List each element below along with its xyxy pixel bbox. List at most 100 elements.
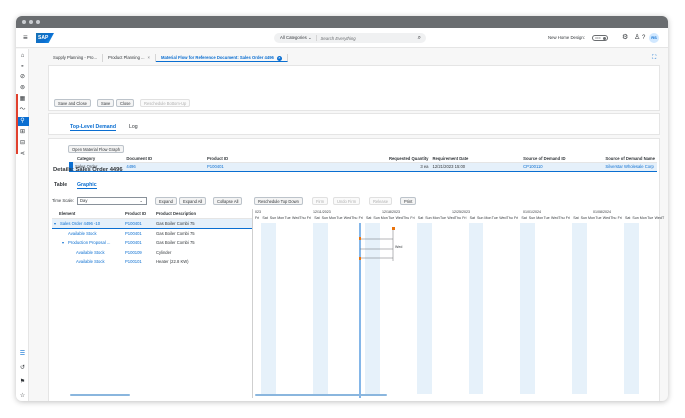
col-requested-quantity: Requested Quantity [341, 155, 431, 163]
demand-table: Category Document ID Product ID Requeste… [68, 155, 657, 172]
nav-group-indicator [16, 94, 18, 154]
help-icon[interactable]: ? [642, 34, 645, 42]
details-title: Details: Sales Order 4496 [53, 167, 123, 173]
chart-icon[interactable]: 〜 [19, 107, 26, 113]
tree-row[interactable]: Available Stock P100101 Heater (22.8 KW) [52, 257, 252, 267]
tree-rows: ▾ Sales Order 4496 -10 P100401 Gas Boiler C… [52, 219, 252, 267]
tab-log[interactable]: Log [129, 123, 138, 131]
reschedule-top-down-button[interactable]: Reschedule Top Down [254, 197, 303, 205]
tree-description: Heater (22.8 KW) [156, 259, 189, 264]
col-category: Category [71, 155, 125, 163]
nav-icon-e[interactable]: ⊟ [19, 140, 26, 146]
tree-header: Element Product ID Product Description [52, 209, 252, 219]
cell-product-id[interactable]: P100401 [205, 162, 341, 171]
tab-product-planning[interactable]: Product Planning ... × [103, 53, 156, 62]
quantity-value: 3 [420, 164, 423, 169]
window-close-dot[interactable] [22, 20, 26, 24]
table-row[interactable]: Sales Order 4496 P100401 3 ea 12/21/2023… [68, 162, 657, 171]
tree-product-id[interactable]: P100401 [125, 238, 142, 248]
release-button[interactable]: Release [369, 197, 393, 205]
favorites-icon[interactable]: ☆ [19, 393, 26, 399]
calendar-icon[interactable]: ▦ [19, 96, 26, 102]
tab-top-level-demand[interactable]: Top-Level Demand [70, 123, 117, 131]
close-icon[interactable]: × [276, 55, 282, 61]
cell-source-name[interactable]: Silverstar Wholesale Corp [603, 162, 657, 171]
open-material-flow-graph-button[interactable]: Open Material Flow Graph [68, 145, 125, 153]
expand-all-button[interactable]: Expand All [179, 197, 207, 205]
expand-button[interactable]: Expand [155, 197, 177, 205]
close-icon[interactable]: × [148, 55, 150, 60]
tab-graphic[interactable]: Graphic [77, 181, 97, 189]
flag-icon[interactable]: ⚑ [19, 379, 26, 385]
print-button[interactable]: Print [400, 197, 417, 205]
tree-row[interactable]: ▾ Production Proposal ... P100401 Gas Boile… [52, 238, 252, 248]
tree-element-link[interactable]: Available Stock [76, 257, 105, 267]
side-navigation: ⌂ ⁍ ⊘ ⊚ ▦ 〜 ⚲ ⊞ ⊟ ⋖ ☰ ↺ ⚑ ☆ ◈ [16, 49, 29, 401]
sap-logo[interactable]: SAP [36, 33, 54, 43]
tree-product-id[interactable]: P100101 [125, 257, 142, 267]
col-document-id: Document ID [124, 155, 205, 163]
tree-element-link[interactable]: Sales Order 4496 -10 [60, 219, 100, 229]
tree-product-id[interactable]: P100401 [125, 219, 142, 229]
tree-product-id[interactable]: P100401 [125, 229, 142, 239]
chevron-down-icon[interactable]: ▾ [54, 219, 56, 229]
tree-element-link[interactable]: Available Stock [76, 248, 105, 258]
bar-label: Wed [395, 245, 403, 249]
tab-label: Supply Planning - Pro... [53, 54, 97, 60]
share-icon[interactable]: ⋖ [19, 151, 26, 157]
gantt-scrollbar[interactable] [255, 394, 387, 396]
new-home-design-toggle[interactable]: OFF [592, 35, 608, 41]
tree-row[interactable]: ▾ Sales Order 4496 -10 P100401 Gas Boiler C… [52, 219, 252, 229]
gantt-lines [359, 223, 395, 398]
app-tab-strip: Supply Planning - Pro... Product Plannin… [48, 53, 668, 62]
list-icon[interactable]: ☰ [19, 351, 26, 357]
tree-product-id[interactable]: P100109 [125, 248, 142, 258]
tree-element-link[interactable]: Available Stock [68, 229, 97, 239]
tab-material-flow[interactable]: Material Flow for Reference Document: Sa… [156, 53, 288, 62]
save-and-close-button[interactable]: Save and Close [54, 99, 91, 107]
chevron-down-icon: ⌄ [139, 198, 143, 203]
menu-icon[interactable]: ≡ [23, 34, 28, 42]
joule-icon[interactable]: ⚙ [622, 34, 628, 42]
collapse-all-button[interactable]: Collapse All [213, 197, 243, 205]
tree-scrollbar[interactable] [70, 394, 130, 396]
nav-icon-b[interactable]: ⊘ [19, 74, 26, 80]
chevron-down-icon[interactable]: ▾ [62, 238, 64, 248]
undo-firm-button[interactable]: Undo Firm [333, 197, 361, 205]
tab-supply-planning[interactable]: Supply Planning - Pro... [48, 53, 103, 62]
save-button[interactable]: Save [97, 99, 115, 107]
tab-table[interactable]: Table [54, 181, 67, 189]
nav-icon-a[interactable]: ⁍ [19, 64, 26, 70]
history-icon[interactable]: ↺ [19, 365, 26, 371]
search-input[interactable]: Search Everything [317, 36, 418, 41]
milestone-marker[interactable] [359, 257, 361, 260]
tree-row[interactable]: Available Stock P100109 Cylinder [52, 248, 252, 258]
reschedule-bottom-up-button[interactable]: Reschedule Bottom-Up [140, 99, 191, 107]
cell-source-id[interactable]: CP100110 [521, 162, 603, 171]
milestone-marker[interactable] [359, 237, 361, 240]
firm-button[interactable]: Firm [312, 197, 329, 205]
time-scale-select[interactable]: Day ⌄ [77, 197, 147, 205]
nav-icon-d[interactable]: ⊞ [19, 129, 26, 135]
tree-element-link[interactable]: Production Proposal ... [68, 238, 110, 248]
demand-table-header: Category Document ID Product ID Requeste… [71, 155, 657, 163]
milestone-marker[interactable] [392, 227, 395, 230]
nav-icon-c[interactable]: ⊚ [19, 85, 26, 91]
search-category-label: All Categories [280, 35, 307, 40]
time-scale-value: Day [80, 198, 88, 203]
close-button[interactable]: Close [116, 99, 135, 107]
window-minimize-dot[interactable] [29, 20, 33, 24]
tab-label: Product Planning ... [108, 54, 145, 60]
fullscreen-icon[interactable]: ⛶ [652, 55, 656, 62]
notifications-icon[interactable]: ♙ [634, 34, 640, 42]
cell-document-id[interactable]: 4496 [124, 162, 205, 171]
avatar[interactable]: RS [649, 33, 659, 43]
cell-quantity: 3 ea [341, 162, 430, 171]
section-tabs-card: Top-Level Demand Log [48, 113, 660, 135]
tree-row[interactable]: Available Stock P100401 Gas Boiler Combi 7… [52, 229, 252, 239]
window-maximize-dot[interactable] [36, 20, 40, 24]
search-category-select[interactable]: All Categories ⌄ [274, 35, 317, 41]
cell-date: 12/21/2023 15:00 [432, 164, 466, 169]
search-icon[interactable]: ⌕ [418, 35, 426, 42]
home-icon[interactable]: ⌂ [19, 53, 26, 59]
